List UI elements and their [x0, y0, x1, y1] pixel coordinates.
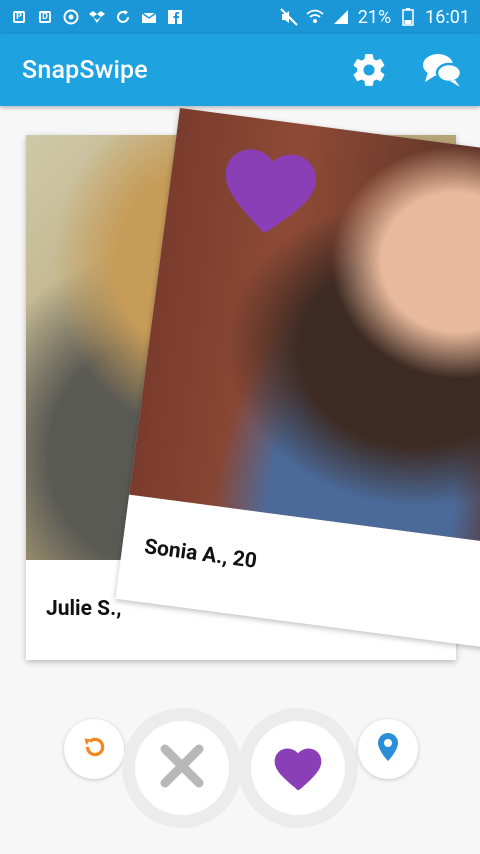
app-bar: SnapSwipe: [0, 34, 480, 106]
sync-icon: [114, 8, 132, 26]
app-title: SnapSwipe: [22, 55, 148, 85]
heart-icon: [270, 741, 326, 795]
signal-icon: [332, 8, 350, 26]
location-pin-icon: [378, 733, 398, 765]
mail-icon: [140, 8, 158, 26]
heart-icon: [208, 132, 330, 245]
system-status: 21% 16:01: [280, 7, 470, 28]
gear-icon[interactable]: [350, 51, 388, 89]
whatsapp-icon: [62, 8, 80, 26]
undo-button[interactable]: [64, 719, 124, 779]
undo-icon: [81, 734, 107, 764]
battery-percent: 21%: [357, 6, 392, 28]
like-button[interactable]: [251, 721, 345, 815]
notification-p-icon: P: [10, 8, 28, 26]
notification-icons: P D: [10, 8, 184, 26]
profile-name: Julie S.,: [46, 597, 122, 621]
dropbox-icon: [88, 8, 106, 26]
app-bar-actions: [350, 51, 462, 89]
wifi-icon: [306, 8, 324, 26]
chat-bubbles-icon[interactable]: [422, 52, 462, 88]
notification-d-icon: D: [36, 8, 54, 26]
profile-card-front[interactable]: Sonia A., 20: [115, 108, 480, 654]
status-bar: P D 21% 16:01: [0, 0, 480, 34]
clock: 16:01: [425, 6, 470, 28]
battery-icon: [399, 8, 417, 26]
location-button[interactable]: [358, 719, 418, 779]
dislike-button[interactable]: [135, 721, 229, 815]
profile-name: Sonia A., 20: [142, 535, 259, 574]
close-icon: [159, 743, 205, 793]
mute-icon: [280, 8, 298, 26]
facebook-icon: [166, 8, 184, 26]
